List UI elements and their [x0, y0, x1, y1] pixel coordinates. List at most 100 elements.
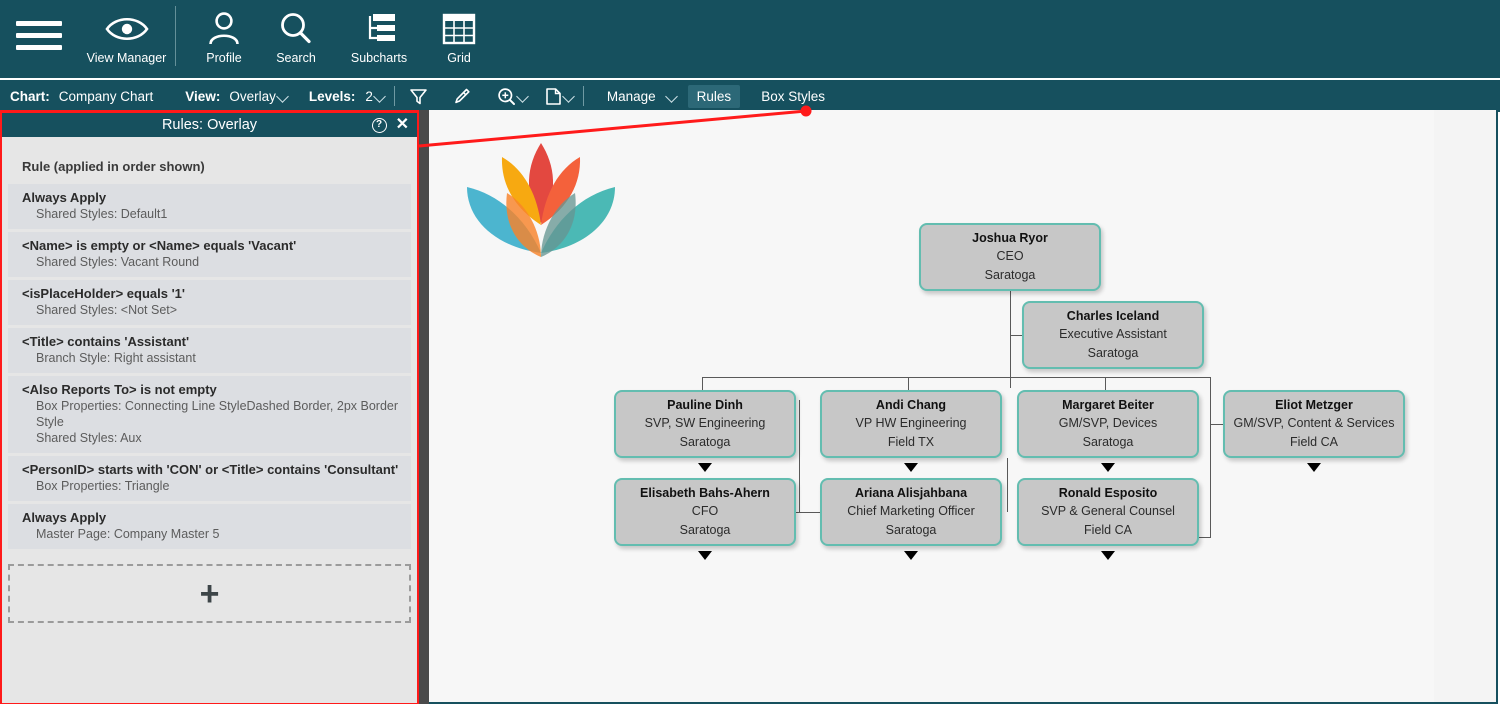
node-title: Executive Assistant [1059, 326, 1167, 341]
connector-to-ronald [1199, 537, 1211, 538]
chart-canvas[interactable]: Joshua Ryor CEO Saratoga Charles Iceland Exe… [429, 110, 1498, 704]
connector-mid-spine [1007, 458, 1008, 512]
manage-menu[interactable]: Manage [598, 85, 665, 108]
rule-item[interactable]: <Name> is empty or <Name> equals 'Vacant… [8, 232, 411, 277]
org-node[interactable]: Charles Iceland Executive Assistant Sarato… [1022, 301, 1204, 369]
lotus-logo [457, 135, 625, 270]
profile-button[interactable]: Profile [188, 0, 260, 65]
org-node[interactable]: Elisabeth Bahs-Ahern CFO Saratoga [614, 478, 796, 546]
node-name: Joshua Ryor [972, 230, 1048, 245]
connector-to-ariana [799, 512, 821, 513]
subcharts-button[interactable]: Subcharts [332, 0, 426, 65]
rule-condition: <PersonID> starts with 'CON' or <Title> … [22, 462, 399, 477]
connector-right-spine [1210, 377, 1211, 537]
rule-action: Shared Styles: Vacant Round [36, 255, 200, 269]
rules-column-header: Rule (applied in order shown) [22, 159, 205, 174]
node-name: Charles Iceland [1066, 308, 1160, 323]
node-title: GM/SVP, Devices [1058, 415, 1158, 430]
org-node[interactable]: Pauline Dinh SVP, SW Engineering Saratoga [614, 390, 796, 458]
plus-icon: + [199, 574, 220, 613]
connector-left-spine [799, 400, 800, 512]
org-node[interactable]: Ariana Alisjahbana Chief Marketing Office… [820, 478, 1002, 546]
rules-menu[interactable]: Rules [687, 84, 741, 108]
expand-triangle-icon[interactable] [1307, 463, 1321, 472]
grid-button[interactable]: Grid [426, 0, 492, 65]
rule-action: Shared Styles: Default1 [36, 207, 168, 221]
rule-condition: <Also Reports To> is not empty [22, 382, 217, 397]
rule-condition: <Name> is empty or <Name> equals 'Vacant… [22, 238, 297, 253]
node-name: Margaret Beiter [1062, 397, 1154, 412]
search-button[interactable]: Search [260, 0, 332, 65]
page-icon[interactable] [545, 87, 562, 106]
rules-panel-body: Rule (applied in order shown) Always App… [2, 137, 417, 703]
rule-item[interactable]: <PersonID> starts with 'CON' or <Title> … [8, 456, 411, 501]
rule-condition: Always Apply [22, 510, 107, 525]
connector-drop-andi [908, 377, 909, 390]
node-title: VP HW Engineering [855, 415, 967, 430]
expand-triangle-icon[interactable] [1101, 463, 1115, 472]
org-node[interactable]: Joshua Ryor CEO Saratoga [919, 223, 1101, 291]
expand-triangle-icon[interactable] [1101, 551, 1115, 560]
node-location: Field CA [1084, 522, 1132, 537]
subbar-divider-1 [393, 86, 395, 106]
expand-triangle-icon[interactable] [698, 463, 712, 472]
rule-condition: <isPlaceHolder> equals '1' [22, 286, 185, 301]
node-name: Andi Chang [875, 397, 947, 412]
magnifier-icon [277, 8, 315, 50]
add-rule-button[interactable]: + [8, 564, 411, 623]
rule-item[interactable]: Always Apply Master Page: Company Master … [8, 504, 411, 549]
node-location: Saratoga [885, 522, 937, 537]
view-manager-label: View Manager [86, 51, 167, 65]
connector-drop-margaret [1105, 377, 1106, 390]
expand-triangle-icon[interactable] [904, 551, 918, 560]
rule-action: Shared Styles: <Not Set> [36, 303, 178, 317]
subcharts-icon [360, 8, 398, 50]
rule-action: Box Properties: Connecting Line StyleDas… [36, 399, 399, 429]
rule-action: Shared Styles: Aux [36, 431, 142, 445]
chart-value[interactable]: Company Chart [59, 89, 154, 104]
org-node[interactable]: Ronald Esposito SVP & General Counsel Fiel… [1017, 478, 1199, 546]
connector-ceo-vertical [1010, 291, 1011, 388]
chart-content: Joshua Ryor CEO Saratoga Charles Iceland Exe… [429, 110, 1496, 702]
org-node[interactable]: Margaret Beiter GM/SVP, Devices Saratoga [1017, 390, 1199, 458]
rule-item[interactable]: <Also Reports To> is not empty Box Proper… [8, 376, 411, 453]
chart-subbar: Chart: Company Chart View: Overlay Level… [0, 78, 1500, 112]
node-name: Eliot Metzger [1275, 397, 1353, 412]
node-name: Ariana Alisjahbana [854, 485, 968, 500]
person-icon [205, 8, 243, 50]
connector-bus-row2 [702, 377, 1210, 378]
help-icon[interactable]: ? [371, 117, 387, 133]
node-location: Field CA [1290, 434, 1338, 449]
rule-condition: Always Apply [22, 190, 107, 205]
rule-item[interactable]: <Title> contains 'Assistant' Branch Style… [8, 328, 411, 373]
rule-item[interactable]: Always Apply Shared Styles: Default1 [8, 184, 411, 229]
org-node[interactable]: Eliot Metzger GM/SVP, Content & Services F… [1223, 390, 1405, 458]
rule-action: Branch Style: Right assistant [36, 351, 196, 365]
chart-label: Chart: [10, 88, 50, 104]
expand-triangle-icon[interactable] [904, 463, 918, 472]
rules-list: Always Apply Shared Styles: Default1 <Name… [8, 184, 411, 549]
rule-condition: <Title> contains 'Assistant' [22, 334, 190, 349]
close-icon[interactable]: ✕ [396, 117, 409, 133]
node-location: Saratoga [1082, 434, 1134, 449]
filter-icon[interactable] [409, 87, 428, 106]
zoom-in-icon[interactable] [497, 87, 516, 106]
rule-item[interactable]: <isPlaceHolder> equals '1' Shared Styles:… [8, 280, 411, 325]
highlighter-icon[interactable] [452, 87, 471, 106]
expand-triangle-icon[interactable] [698, 551, 712, 560]
menu-button[interactable] [0, 0, 78, 56]
panel-splitter[interactable] [419, 110, 429, 704]
subbar-divider-2 [582, 86, 584, 106]
connector-to-eliot [1210, 424, 1224, 425]
node-title: CEO [996, 248, 1024, 263]
node-location: Saratoga [679, 434, 731, 449]
subcharts-label: Subcharts [350, 51, 408, 65]
node-title: Chief Marketing Officer [847, 503, 975, 518]
view-value[interactable]: Overlay [229, 89, 276, 104]
node-name: Elisabeth Bahs-Ahern [640, 485, 770, 500]
box-styles-menu[interactable]: Box Styles [752, 85, 834, 108]
org-node[interactable]: Andi Chang VP HW Engineering Field TX [820, 390, 1002, 458]
grid-label: Grid [447, 51, 471, 65]
node-title: CFO [691, 503, 719, 518]
view-manager-button[interactable]: View Manager [78, 0, 175, 65]
